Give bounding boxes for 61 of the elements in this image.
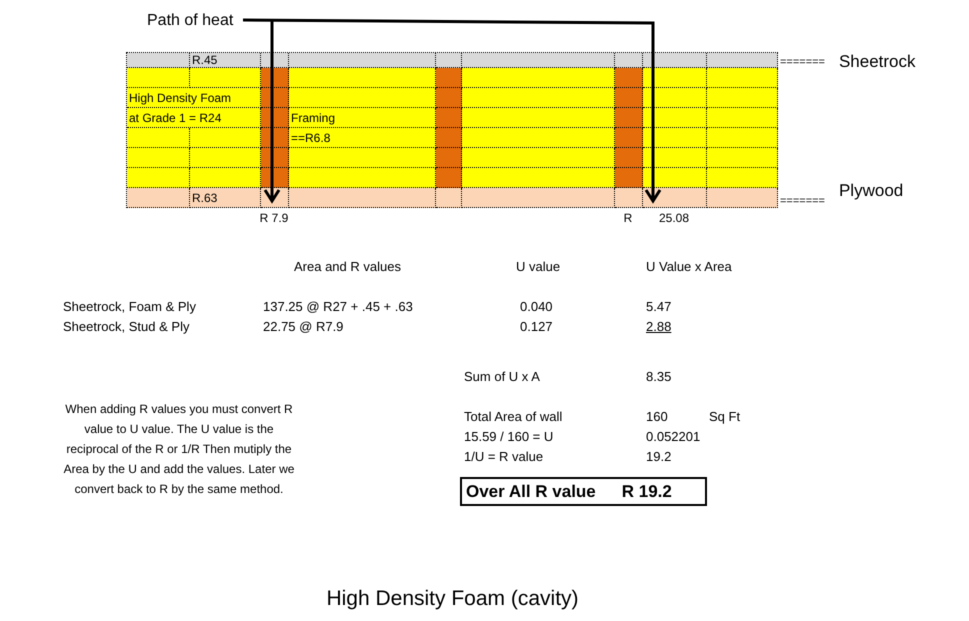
calc-value: 0.052201 — [646, 428, 702, 446]
stud-cell — [436, 168, 462, 188]
table-cell-text: 137.25 @ R27 + .45 + .63 — [263, 298, 414, 316]
note-text: When adding R values you must convert R value to U value. The U value is the reciprocal of the R or 1/R Then mutiply the Area by the U and add the values. Later we convert back to R by the same method. — [63, 401, 295, 498]
calc-value: 160 — [646, 408, 669, 426]
table-cell-text: 22.75 @ R7.9 — [263, 318, 344, 336]
stud-cell — [615, 148, 643, 168]
cell-label: at Grade 1 = R24 — [129, 110, 222, 124]
foam-cell — [643, 168, 707, 188]
plywood-cell — [707, 188, 778, 208]
calc-label: Sum of U x A — [464, 368, 541, 386]
layer-marker: ======= — [780, 195, 825, 207]
foam-cell — [707, 148, 778, 168]
cell-label: High Density Foam — [129, 90, 232, 104]
result-label: Over All R value — [466, 482, 596, 502]
foam-cell — [707, 168, 778, 188]
cell-label: R.45 — [192, 53, 218, 67]
stud-cell — [615, 168, 643, 188]
layer-label: Plywood — [838, 181, 904, 201]
table-cell-text: 0.127 — [519, 318, 554, 336]
column-header: Area and R values — [293, 258, 402, 276]
r-value-reading: R 7.9 — [260, 211, 288, 225]
calc-value: 19.2 — [646, 448, 672, 466]
stud-cell — [436, 148, 462, 168]
unit-label: Sq Ft — [709, 408, 740, 426]
calc-value: 8.35 — [646, 368, 672, 386]
row-label: Sheetrock, Foam & Ply — [63, 298, 197, 316]
plywood-cell — [643, 188, 707, 208]
plywood-cell — [436, 188, 462, 208]
table-cell-text: 0.040 — [519, 298, 554, 316]
column-header: U value — [515, 258, 562, 276]
calc-label: Total Area of wall — [464, 408, 564, 426]
stud-cell — [615, 128, 643, 148]
caption: High Density Foam (cavity) — [326, 586, 579, 612]
layer-label: Sheetrock — [838, 52, 916, 72]
calc-label: 1/U = R value — [464, 448, 544, 466]
table-cell-text: 5.47 — [646, 298, 672, 316]
plywood-cell — [615, 188, 643, 208]
r-value-reading: R — [624, 211, 632, 225]
foam-cell — [643, 68, 707, 88]
table-cell-text: 2.88 — [646, 318, 672, 336]
calc-label: 15.59 / 160 = U — [464, 428, 554, 446]
layer-marker: ======= — [780, 56, 825, 68]
stud-cell — [436, 68, 462, 88]
foam-cell — [707, 88, 778, 108]
stud-cell — [615, 108, 643, 128]
cell-label: Framing — [291, 110, 336, 124]
row-label: Sheetrock, Stud & Ply — [63, 318, 190, 336]
heading: Path of heat — [147, 12, 234, 29]
stud-cell — [615, 88, 643, 108]
r-value-reading: 25.08 — [658, 211, 690, 225]
column-header: U Value x Area — [646, 258, 733, 276]
foam-cell — [190, 148, 261, 168]
cell-label: R.63 — [192, 190, 218, 204]
stud-cell — [436, 88, 462, 108]
foam-cell — [707, 128, 778, 148]
foam-cell — [707, 108, 778, 128]
cell-label: ==R6.8 — [291, 130, 330, 144]
foam-cell — [707, 68, 778, 88]
stud-cell — [615, 68, 643, 88]
result-value: R 19.2 — [622, 482, 672, 502]
